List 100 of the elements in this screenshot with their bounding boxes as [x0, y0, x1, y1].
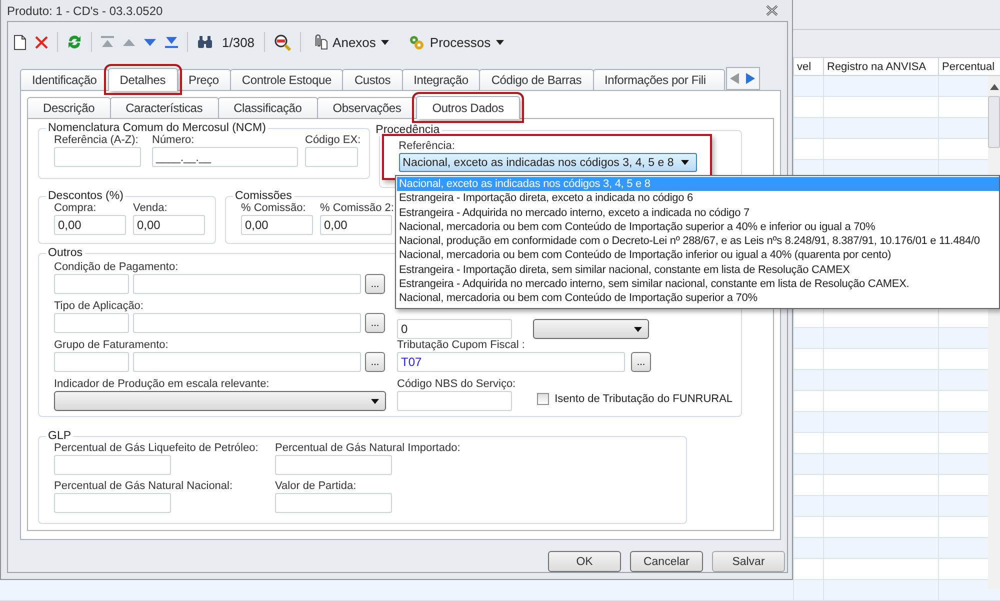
column-header[interactable]: Registro na ANVISA — [823, 58, 938, 75]
dropdown-option[interactable]: Estrangeira - Importação direta, exceto a indicada no código 6 — [397, 191, 999, 206]
tab[interactable]: Descrição — [27, 97, 111, 118]
dialog-button[interactable]: Cancelar — [630, 551, 703, 572]
toolbar-menu-button[interactable]: Processos — [406, 34, 506, 50]
field-label: Código NBS do Serviço: — [397, 378, 516, 390]
field-label: Número: — [152, 134, 196, 146]
browse-button[interactable]: ... — [365, 274, 385, 294]
gears-icon — [408, 34, 425, 50]
scroll-up-icon[interactable] — [990, 84, 998, 90]
first-record-icon[interactable] — [101, 36, 114, 48]
dropdown-option[interactable]: Estrangeira - Adquirida no mercado interno, exceto a indicada no código 7 — [397, 206, 999, 220]
text-field[interactable] — [54, 147, 141, 167]
browse-button[interactable]: ... — [365, 313, 385, 333]
group-title: Procedência — [374, 124, 441, 136]
field-label: % Comissão: — [241, 202, 307, 214]
dropdown-option[interactable]: Estrangeira - Importação direta, sem similar nacional, constante em lista de Resolução CAMEX — [397, 262, 999, 278]
right-arrow-icon[interactable] — [746, 73, 755, 84]
field-label: Código EX: — [305, 134, 361, 146]
text-field[interactable]: 0,00 — [320, 215, 392, 235]
checkbox-label: Isento de Tributação do FUNRURAL — [554, 393, 733, 405]
field-label: Compra: — [54, 202, 98, 214]
tab[interactable]: Observações — [316, 97, 418, 118]
binoculars-icon[interactable] — [197, 35, 213, 49]
field-label: Percentual de Gás Natural Nacional: — [54, 480, 234, 492]
field-label: Grupo de Faturamento: — [54, 339, 170, 351]
tab[interactable]: Custos — [342, 69, 403, 90]
tab[interactable]: Informações por Fili — [592, 69, 724, 90]
text-field[interactable] — [275, 455, 392, 475]
text-field[interactable] — [397, 391, 512, 411]
toolbar-menu-button[interactable]: Anexos — [310, 34, 391, 50]
field-label: % Comissão 2: — [320, 202, 394, 214]
tab[interactable]: Código de Barras — [479, 69, 594, 90]
field-label: Tipo de Aplicação: — [54, 300, 144, 312]
dropdown-option[interactable]: Estrangeira - Adquirida no mercado interno, sem similar nacional, constante em lista de Resolução CAMEX. — [397, 277, 999, 292]
text-field[interactable]: 0,00 — [133, 215, 205, 235]
text-field[interactable] — [305, 147, 358, 167]
field-label: Valor de Partida: — [275, 480, 358, 492]
tab[interactable]: Preço — [176, 69, 231, 90]
delete-icon[interactable] — [35, 36, 48, 48]
text-field[interactable] — [133, 274, 361, 294]
dropdown-option[interactable]: Nacional, mercadoria ou bem com Conteúdo de Importação inferior ou igual a 40% (quarenta por cento) — [397, 248, 999, 263]
group-title: Comissões — [234, 190, 293, 202]
search-icon[interactable] — [274, 34, 291, 50]
text-field[interactable] — [54, 274, 129, 294]
text-field[interactable]: 0 — [397, 319, 512, 339]
text-field[interactable]: 0,00 — [241, 215, 313, 235]
text-field[interactable] — [133, 352, 361, 372]
field-label: Tributação Cupom Fiscal : — [397, 339, 526, 351]
dropdown[interactable] — [54, 391, 386, 411]
field-label: Referência (A-Z): — [54, 134, 140, 146]
field-label: Referência: — [398, 140, 455, 152]
window-title: Produto: 1 - CD's - 03.3.0520 — [7, 4, 163, 18]
text-field[interactable] — [54, 352, 129, 372]
text-field[interactable] — [133, 313, 361, 333]
new-document-icon[interactable] — [14, 34, 26, 50]
group-title: Outros — [47, 247, 84, 259]
group-title: Descontos (%) — [47, 190, 124, 202]
text-field[interactable] — [54, 455, 171, 475]
text-field[interactable]: 0,00 — [54, 215, 126, 235]
caret-icon — [371, 398, 379, 404]
left-arrow-icon[interactable] — [730, 73, 739, 84]
refresh-icon[interactable] — [67, 34, 82, 50]
dropdown-option[interactable]: Nacional, mercadoria ou bem com Conteúdo de Importação superior a 40% e inferior ou igual a 70% — [397, 220, 999, 234]
column-header[interactable]: Percentual — [938, 58, 1000, 75]
last-record-icon[interactable] — [165, 36, 178, 48]
field-label: Percentual de Gás Natural Importado: — [275, 442, 460, 454]
field-label: Indicador de Produção em escala relevante: — [54, 378, 270, 390]
text-field[interactable]: ____.__.__ — [152, 147, 298, 167]
record-counter: 1/308 — [222, 34, 255, 50]
dropdown-option[interactable]: Nacional, produção em conformidade com o Decreto-Lei nº 288/67, e as Leis nºs 8.248/91, 8.387/91, 10.176/01 e 11.484/0 — [397, 234, 999, 248]
dropdown[interactable]: Nacional, exceto as indicadas nos códigos 3, 4, 5 e 8 — [398, 153, 697, 172]
field-label: Condição de Pagamento: — [54, 261, 180, 273]
dialog-button[interactable]: OK — [548, 551, 621, 572]
tab[interactable]: Controle Estoque — [230, 69, 344, 90]
tab-scroll-control[interactable] — [726, 67, 760, 90]
field-label: Percentual de Gás Liquefeito de Petróleo: — [54, 442, 260, 454]
caret-icon — [380, 40, 389, 44]
caret-icon — [496, 40, 504, 44]
dropdown[interactable] — [533, 319, 649, 339]
text-field[interactable] — [54, 493, 171, 513]
tab[interactable]: Integração — [402, 69, 480, 90]
group-title: GLP — [47, 430, 72, 442]
text-field[interactable]: T07 — [397, 352, 625, 372]
group-title: Nomenclatura Comum do Mercosul (NCM) — [47, 122, 267, 134]
dialog-button[interactable]: Salvar — [712, 551, 785, 572]
previous-record-icon[interactable] — [123, 38, 135, 46]
browse-button[interactable]: ... — [365, 352, 385, 372]
next-record-icon[interactable] — [144, 38, 156, 46]
field-label: Venda: — [133, 202, 168, 214]
dropdown-option[interactable]: Nacional, mercadoria ou bem com Conteúdo de Importação superior a 70% — [397, 291, 999, 306]
close-icon[interactable] — [766, 5, 778, 16]
checkbox[interactable] — [536, 393, 549, 405]
tab[interactable]: Identificação — [20, 69, 109, 90]
scrollbar-thumb[interactable] — [988, 96, 1000, 148]
text-field[interactable] — [54, 313, 129, 333]
browse-button[interactable]: ... — [631, 352, 651, 372]
tab[interactable]: Classificação — [218, 97, 318, 118]
text-field[interactable] — [275, 493, 392, 513]
tab[interactable]: Características — [110, 97, 219, 118]
